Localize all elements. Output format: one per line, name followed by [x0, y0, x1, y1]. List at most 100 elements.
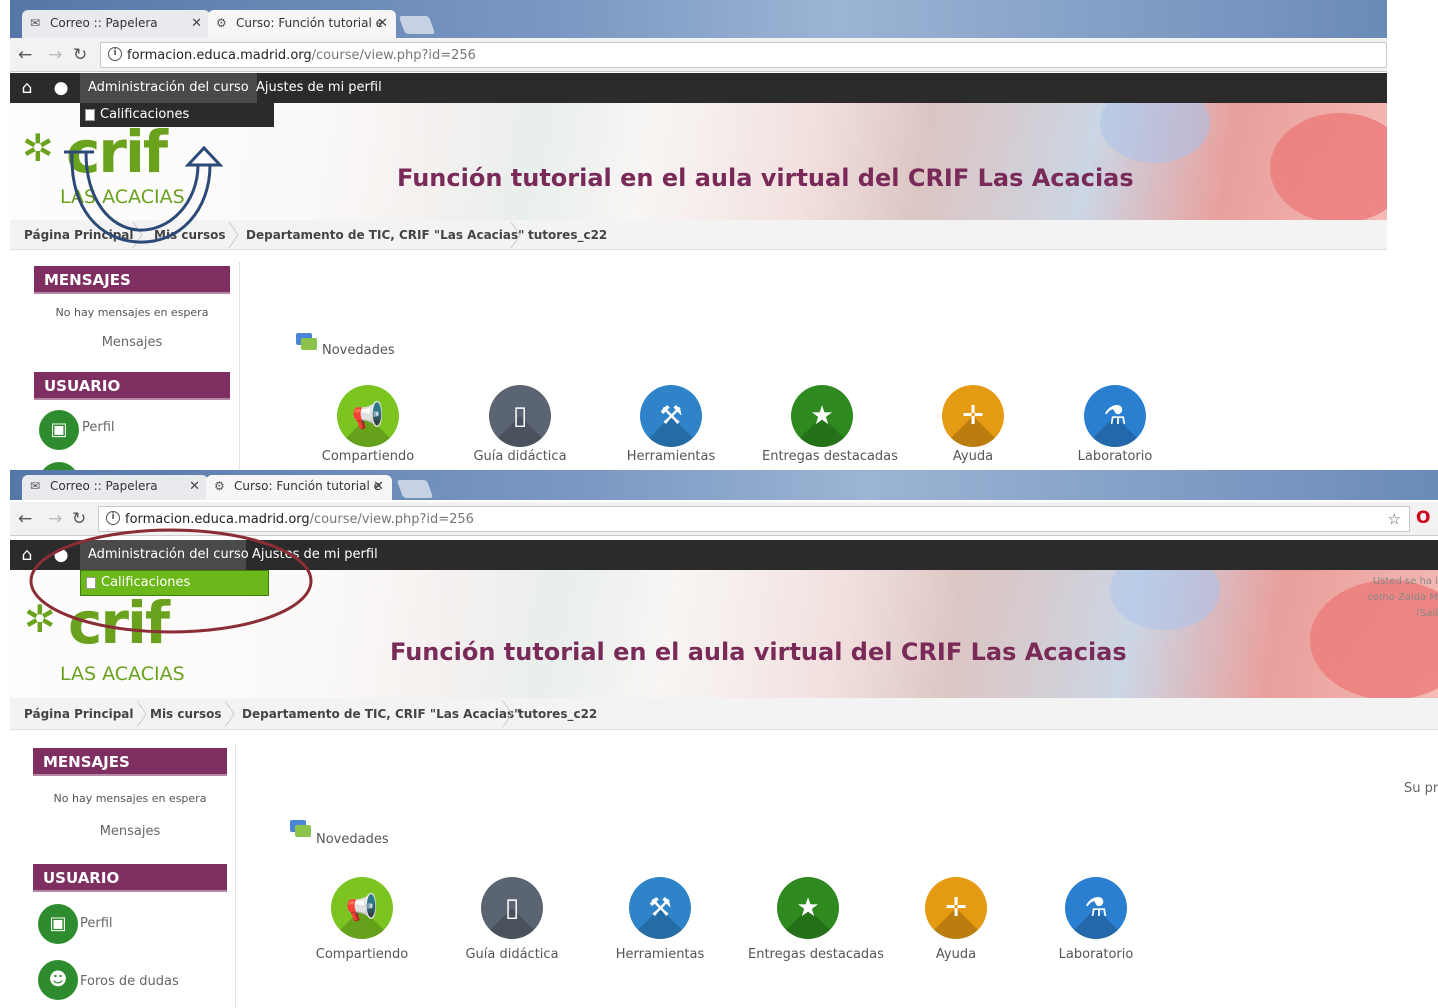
- browser-tab-strip: ✉ Correo :: Papelera ✕ ⚙ Curso: Función …: [10, 0, 1387, 38]
- new-tab-button[interactable]: [398, 16, 436, 34]
- close-icon[interactable]: ✕: [191, 16, 202, 31]
- megaphone-icon: 📢: [337, 385, 399, 447]
- user-icon[interactable]: ●: [50, 545, 72, 565]
- notebook-icon: ▯: [489, 385, 551, 447]
- browser-tab-mail[interactable]: ✉ Correo :: Papelera ✕: [22, 10, 210, 38]
- course-title: Función tutorial en el aula virtual del …: [390, 638, 1127, 666]
- info-icon[interactable]: i: [108, 47, 122, 61]
- star-icon: ★: [777, 877, 839, 939]
- news-forum-icon: [290, 820, 311, 837]
- help-icon: ✛: [925, 877, 987, 939]
- left-sidebar: MENSAJES No hay mensajes en espera Mensa…: [28, 262, 240, 470]
- forward-icon[interactable]: →: [48, 509, 62, 529]
- tools-icon: ⚒: [629, 877, 691, 939]
- block-header-messages: MENSAJES: [34, 266, 230, 294]
- profile-link[interactable]: Perfil: [82, 420, 115, 435]
- opera-icon[interactable]: O: [1416, 508, 1430, 528]
- messages-link[interactable]: Mensajes: [33, 824, 227, 839]
- breadcrumb-home[interactable]: Página Principal: [24, 228, 134, 242]
- url-input[interactable]: i formacion.educa.madrid.org/course/view…: [98, 506, 1410, 532]
- forums-link[interactable]: Foros de dudas: [80, 974, 179, 989]
- right-note: Su pro: [1404, 781, 1438, 796]
- breadcrumb-department[interactable]: Departamento de TIC, CRIF "Las Acacias": [246, 228, 524, 242]
- left-sidebar: MENSAJES No hay mensajes en espera Mensa…: [28, 744, 236, 1008]
- moodle-icon: ⚙: [216, 16, 227, 30]
- url-input[interactable]: i formacion.educa.madrid.org/course/view…: [100, 42, 1387, 68]
- tab-title: Curso: Función tutorial e: [234, 479, 382, 493]
- block-header-messages: MENSAJES: [33, 748, 227, 776]
- no-messages-text: No hay mensajes en espera: [55, 306, 209, 319]
- help-icon: ✛: [942, 385, 1004, 447]
- profile-link[interactable]: Perfil: [80, 916, 113, 931]
- dropdown-grades[interactable]: Calificaciones: [80, 103, 274, 127]
- url-host: formacion.educa.madrid.org: [125, 512, 310, 527]
- menu-course-admin[interactable]: Administración del curso: [80, 73, 257, 103]
- course-title: Función tutorial en el aula virtual del …: [397, 164, 1134, 192]
- new-tab-button[interactable]: [396, 480, 434, 498]
- breadcrumb-course[interactable]: tutores_c22: [518, 707, 597, 721]
- url-host: formacion.educa.madrid.org: [127, 48, 312, 63]
- breadcrumb-home[interactable]: Página Principal: [24, 707, 134, 721]
- block-header-user: USUARIO: [33, 864, 227, 892]
- breadcrumb-separator: [224, 701, 235, 727]
- menu-profile-settings[interactable]: Ajustes de mi perfil: [244, 540, 386, 570]
- url-path: /course/view.php?id=256: [309, 512, 474, 527]
- breadcrumb-separator: [132, 222, 143, 248]
- flask-icon: ⚗: [1065, 877, 1127, 939]
- bookmark-star-icon[interactable]: ☆: [1388, 510, 1401, 528]
- messages-link[interactable]: Mensajes: [34, 335, 230, 350]
- grades-icon: [86, 577, 96, 589]
- breadcrumb-my-courses[interactable]: Mis cursos: [150, 707, 221, 721]
- tab-title: Correo :: Papelera: [50, 479, 158, 493]
- browser-tab-mail[interactable]: ✉ Correo :: Papelera ✕: [22, 475, 208, 500]
- breadcrumb-department[interactable]: Departamento de TIC, CRIF "Las Acacias": [242, 707, 520, 721]
- browser-tab-course[interactable]: ⚙ Curso: Función tutorial e ✕: [208, 10, 396, 38]
- breadcrumb-my-courses[interactable]: Mis cursos: [154, 228, 225, 242]
- mail-icon: ✉: [30, 16, 41, 30]
- info-icon[interactable]: i: [106, 511, 120, 525]
- close-icon[interactable]: ✕: [377, 16, 388, 31]
- profile-icon[interactable]: ▣: [39, 410, 79, 450]
- forums-icon[interactable]: [39, 462, 79, 470]
- dropdown-grades[interactable]: Calificaciones: [80, 570, 269, 596]
- home-icon[interactable]: ⌂: [16, 78, 38, 98]
- grades-icon: [85, 109, 95, 121]
- leaf-icon: ✲: [22, 126, 54, 170]
- breadcrumb-separator: [502, 701, 513, 727]
- breadcrumb-separator: [510, 222, 521, 248]
- profile-icon[interactable]: ▣: [38, 904, 78, 944]
- close-icon[interactable]: ✕: [189, 479, 200, 494]
- forums-icon[interactable]: ☻: [38, 960, 78, 1000]
- tab-title: Correo :: Papelera: [50, 16, 158, 30]
- flask-icon: ⚗: [1084, 385, 1146, 447]
- back-icon[interactable]: ←: [18, 509, 32, 529]
- address-bar: ← → ↻ i formacion.educa.madrid.org/cours…: [10, 38, 1387, 72]
- browser-tab-course[interactable]: ⚙ Curso: Función tutorial e ✕: [206, 475, 392, 500]
- mail-icon: ✉: [30, 479, 41, 493]
- url-path: /course/view.php?id=256: [311, 48, 476, 63]
- breadcrumb-course[interactable]: tutores_c22: [528, 228, 607, 242]
- reload-icon[interactable]: ↻: [73, 45, 87, 65]
- leaf-icon: ✲: [24, 597, 56, 641]
- breadcrumb-separator: [136, 701, 147, 727]
- notebook-icon: ▯: [481, 877, 543, 939]
- browser-tab-strip: ✉ Correo :: Papelera ✕ ⚙ Curso: Función …: [10, 470, 1438, 500]
- screenshot-bottom: ✉ Correo :: Papelera ✕ ⚙ Curso: Función …: [0, 470, 1438, 1008]
- reload-icon[interactable]: ↻: [72, 509, 86, 529]
- menu-profile-settings[interactable]: Ajustes de mi perfil: [248, 73, 390, 103]
- close-icon[interactable]: ✕: [373, 479, 384, 494]
- breadcrumb-separator: [228, 222, 239, 248]
- menu-course-admin[interactable]: Administración del curso: [80, 540, 249, 570]
- news-forum-icon: [296, 333, 317, 350]
- news-link[interactable]: Novedades: [322, 343, 395, 358]
- address-bar: ← → ↻ i formacion.educa.madrid.org/cours…: [10, 502, 1438, 536]
- breadcrumb: Página Principal Mis cursos Departamento…: [10, 220, 1387, 250]
- user-icon[interactable]: ●: [50, 78, 72, 98]
- top-navigation: ⌂ ● Administración del curso Ajustes de …: [10, 73, 1387, 103]
- megaphone-icon: 📢: [331, 877, 393, 939]
- home-icon[interactable]: ⌂: [16, 545, 38, 565]
- forward-icon[interactable]: →: [48, 45, 62, 65]
- login-info: Usted se ha i como Zaida M (Sali: [1367, 576, 1438, 619]
- back-icon[interactable]: ←: [18, 45, 32, 65]
- news-link[interactable]: Novedades: [316, 832, 389, 847]
